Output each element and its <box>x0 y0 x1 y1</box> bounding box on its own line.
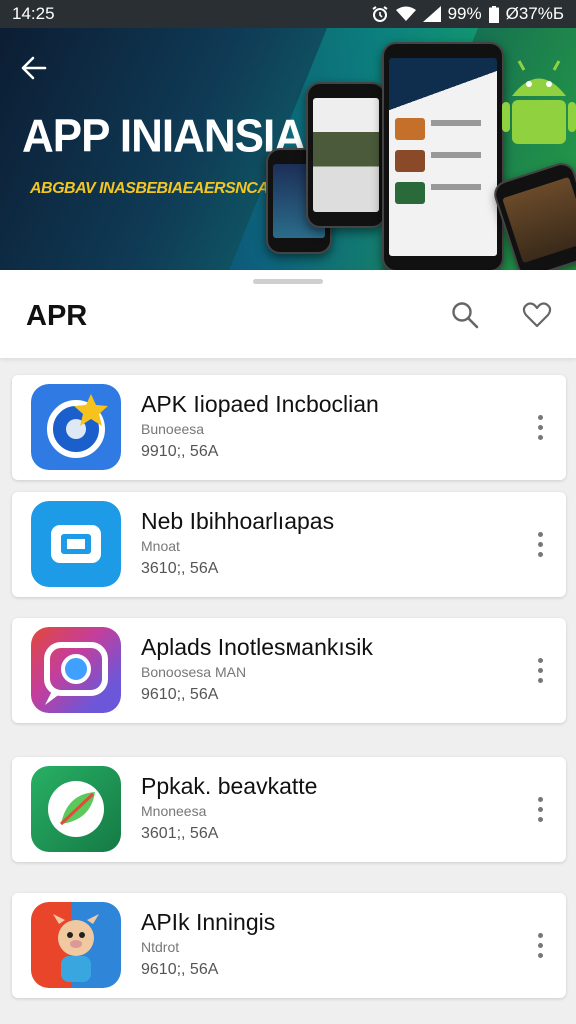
more-options-icon[interactable] <box>528 927 552 963</box>
phone-illustration-large <box>382 42 504 270</box>
signal-icon <box>422 6 441 22</box>
search-icon <box>452 302 479 329</box>
app-developer: Bonoosesa MAN <box>141 664 247 680</box>
app-meta: 3601;, 56A <box>141 825 219 842</box>
heart-icon <box>522 302 552 328</box>
app-name: Aplads Inotlesмankısik <box>141 634 373 660</box>
more-options-icon[interactable] <box>528 526 552 562</box>
list-item[interactable]: APIk Inningis Ntdrot 9610;, 56A <box>12 893 566 998</box>
app-developer: Ntdrot <box>141 939 180 955</box>
app-meta: 9610;, 56A <box>141 961 219 978</box>
camera-app-icon <box>31 501 121 587</box>
app-name: APK Iiopaed Incboclian <box>141 391 379 417</box>
gradient-chat-icon <box>31 627 121 713</box>
back-arrow-icon <box>21 56 47 80</box>
list-header: APR <box>0 270 576 358</box>
banner-subtitle: ABGBAV INASBEBIAEAERSNCAA <box>30 180 280 197</box>
list-item[interactable]: Aplads Inotlesмankısik Bonoosesa MAN 961… <box>12 618 566 723</box>
banner-title: APP INIANSIA <box>22 110 306 163</box>
cartoon-mascot-icon <box>31 902 121 988</box>
hero-banner: APP INIANSIA ABGBAV INASBEBIAEAERSNCAA <box>0 28 576 270</box>
more-options-icon[interactable] <box>528 791 552 827</box>
app-meta: 9910;, 56A <box>141 443 219 460</box>
list-item[interactable]: Ppkak. beavkatte Mnoneesa 3601;, 56A <box>12 757 566 862</box>
search-button[interactable] <box>450 300 480 330</box>
more-options-icon[interactable] <box>528 409 552 445</box>
status-time: 14:25 <box>12 4 55 23</box>
app-developer: Bunoeesa <box>141 421 205 437</box>
app-developer: Mnoneesa <box>141 803 207 819</box>
battery-percent: 99% <box>447 4 482 23</box>
page-title: APR <box>26 300 88 332</box>
list-item[interactable]: APK Iiopaed Incboclian Bunoeesa 9910;, 5… <box>12 375 566 480</box>
alarm-icon <box>372 6 388 22</box>
battery-icon <box>488 5 499 23</box>
app-name: Neb Ibihhoarlıapas <box>141 508 335 534</box>
app-meta: 9610;, 56A <box>141 686 219 703</box>
app-name: APIk Inningis <box>141 909 276 935</box>
wifi-icon <box>395 6 416 21</box>
leaf-app-icon <box>31 766 121 852</box>
app-developer: Mnoat <box>141 538 180 554</box>
app-meta: 3610;, 56A <box>141 560 219 577</box>
favorite-button[interactable] <box>522 300 552 330</box>
more-options-icon[interactable] <box>528 652 552 688</box>
chat-star-icon <box>31 384 121 470</box>
android-mascot-icon <box>502 60 576 144</box>
back-button[interactable] <box>16 50 52 86</box>
phone-illustration-medium <box>306 82 386 228</box>
status-bar: 14:25 99% Ø37%Б <box>0 0 576 28</box>
app-name: Ppkak. beavkatte <box>141 773 318 799</box>
list-item[interactable]: Neb Ibihhoarlıapas Mnoat 3610;, 56A <box>12 492 566 597</box>
drag-handle[interactable] <box>253 279 323 284</box>
status-extra: Ø37%Б <box>505 4 564 23</box>
